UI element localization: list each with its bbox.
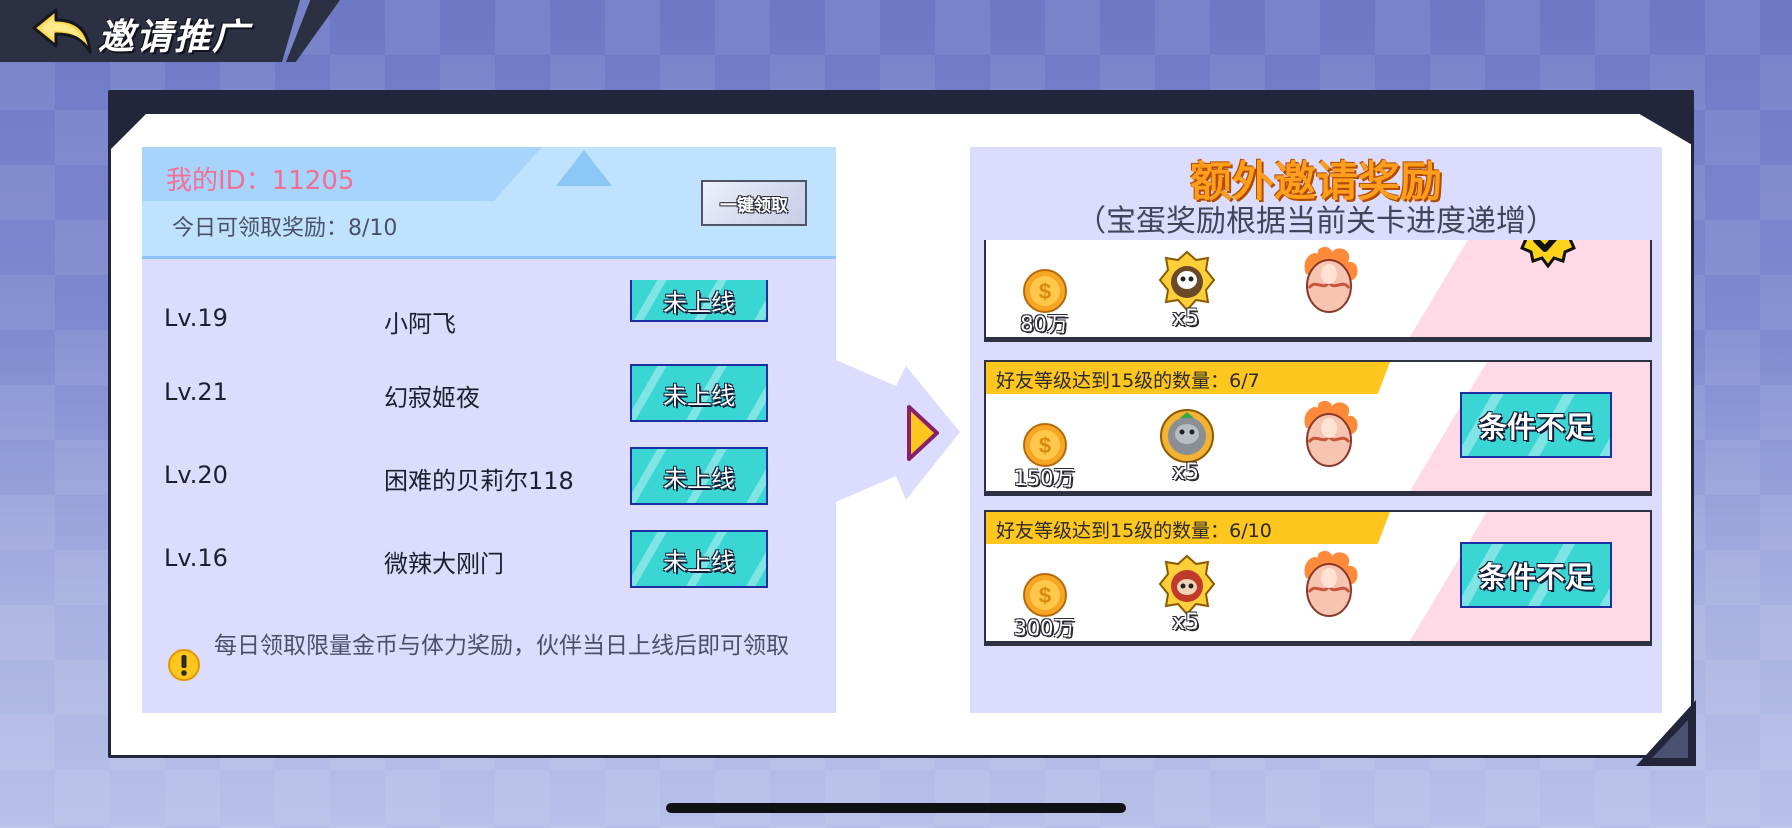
fire-egg-icon — [1304, 246, 1358, 313]
pet-count: x5 — [1172, 460, 1200, 485]
friend-name: 小阿飞 — [384, 310, 456, 338]
friend-level: Lv.19 — [164, 304, 228, 332]
friend-row: Lv.20 困难的贝莉尔118 未上线 — [164, 447, 804, 507]
requirement-text: 好友等级达到15级的数量：6/10 — [996, 520, 1272, 542]
arrow-band-decoration — [836, 360, 960, 502]
fire-egg-icon — [1304, 550, 1358, 617]
header-divider — [142, 256, 836, 259]
requirement-banner: 好友等级达到15级的数量：6/7 — [986, 362, 1390, 394]
friend-row: Lv.19 小阿飞 未上线 — [164, 280, 804, 350]
requirement-text: 好友等级达到15级的数量：6/7 — [996, 370, 1260, 392]
coin-amount: 150万 — [1013, 466, 1075, 490]
info-text: 每日领取限量金币与体力奖励，伙伴当日上线后即可领取 — [214, 633, 789, 659]
claim-all-button[interactable]: 一键领取 — [701, 180, 807, 226]
svg-text:$: $ — [1039, 583, 1051, 608]
frame-corner-decoration — [1636, 112, 1694, 146]
offline-status-button[interactable]: 未上线 — [630, 447, 768, 505]
svg-text:$: $ — [1039, 433, 1051, 458]
reward-card: 好友等级达到15级的数量：6/7 $ 150万 x5 条件不足 — [984, 360, 1652, 496]
friend-level: Lv.20 — [164, 461, 228, 489]
offline-status-button[interactable]: 未上线 — [630, 364, 768, 422]
fire-egg-icon — [1304, 400, 1358, 467]
friend-row: Lv.16 微辣大刚门 未上线 — [164, 530, 804, 590]
pet-mole-badge-icon — [1160, 409, 1214, 463]
condition-not-met-button[interactable]: 条件不足 — [1460, 542, 1612, 608]
coin-amount: 80万 — [1020, 312, 1068, 336]
friend-row: Lv.21 幻寂姬夜 未上线 — [164, 364, 804, 424]
frame-corner-decoration — [108, 112, 148, 152]
friend-name: 困难的贝莉尔118 — [384, 467, 574, 495]
pet-warrior-badge-icon — [1158, 554, 1216, 616]
back-arrow-icon[interactable] — [30, 6, 94, 56]
offline-status-button[interactable]: 未上线 — [630, 280, 768, 322]
coin-amount: 300万 — [1013, 616, 1075, 640]
my-id-label: 我的ID：11205 — [166, 166, 355, 196]
arrow-right-icon — [907, 405, 939, 461]
pet-skull-badge-icon — [1158, 250, 1216, 312]
condition-not-met-button[interactable]: 条件不足 — [1460, 392, 1612, 458]
rewards-subtitle: （宝蛋奖励根据当前关卡进度递增） — [1076, 204, 1556, 239]
home-indicator[interactable] — [666, 803, 1126, 813]
reward-card: 好友等级达到15级的数量：6/10 $ 300万 x5 条件不足 — [984, 510, 1652, 646]
today-reward-count: 今日可领取奖励：8/10 — [172, 216, 398, 241]
pet-count: x5 — [1172, 306, 1200, 331]
reward-card: $ 80万 x5 — [984, 240, 1652, 342]
requirement-banner: 好友等级达到15级的数量：6/10 — [986, 512, 1390, 544]
friend-name: 幻寂姬夜 — [384, 384, 480, 412]
warning-icon — [168, 649, 200, 681]
pet-count: x5 — [1172, 610, 1200, 635]
friend-level: Lv.21 — [164, 378, 228, 406]
offline-status-button[interactable]: 未上线 — [630, 530, 768, 588]
friend-level: Lv.16 — [164, 544, 228, 572]
check-badge-icon — [1520, 240, 1576, 268]
friend-name: 微辣大刚门 — [384, 550, 504, 578]
page-title: 邀请推广 — [98, 17, 251, 58]
rewards-list[interactable]: $ 80万 x5 好友等级达到15级的数量：6/7 $ 150万 x5 条件不足… — [980, 240, 1656, 656]
svg-text:$: $ — [1039, 279, 1051, 304]
